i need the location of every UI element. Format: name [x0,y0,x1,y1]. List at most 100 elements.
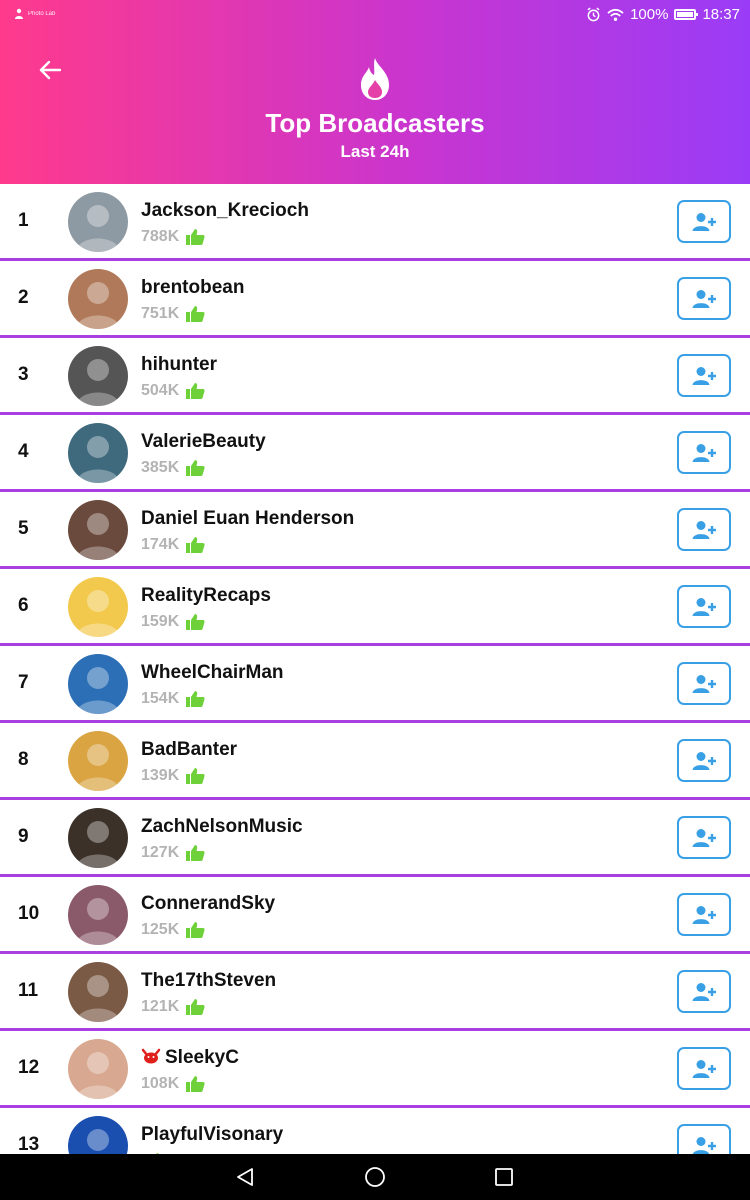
rank-number: 11 [18,980,39,1001]
avatar[interactable] [68,654,128,714]
thumbs-up-icon [186,845,205,861]
like-stats: 788K [141,228,205,246]
like-stats: 504K [141,382,205,400]
back-button[interactable] [30,52,70,88]
avatar-image [68,654,128,714]
thumbs-up-icon [186,537,205,553]
rank-number: 2 [18,287,29,308]
broadcaster-name[interactable]: brentobean [141,277,244,299]
broadcaster-name[interactable]: ZachNelsonMusic [141,816,303,838]
follow-button[interactable] [677,739,731,782]
broadcaster-name[interactable]: PlayfulVisonary [141,1124,283,1146]
follow-button[interactable] [677,431,731,474]
flame-icon [361,58,389,100]
notification-area: Photo Lab [14,8,55,20]
follow-button[interactable] [677,585,731,628]
broadcaster-row[interactable]: 3 hihunter 504K [0,338,750,415]
avatar[interactable] [68,423,128,483]
nav-recents-icon [495,1168,513,1186]
nav-back-icon [237,1168,253,1186]
broadcaster-name[interactable]: Jackson_Krecioch [141,200,309,222]
avatar[interactable] [68,1116,128,1154]
avatar-image [68,346,128,406]
follow-button[interactable] [677,200,731,243]
broadcaster-row[interactable]: 2 brentobean 751K [0,261,750,338]
clock: 18:37 [702,6,740,23]
battery-icon [674,9,699,20]
rank-number: 12 [18,1057,40,1078]
follow-button[interactable] [677,893,731,936]
avatar[interactable] [68,346,128,406]
add-user-icon [692,1059,716,1078]
avatar[interactable] [68,192,128,252]
rank-number: 6 [18,595,29,616]
broadcaster-list[interactable]: 1 Jackson_Krecioch 788K 2 brentobean 751K 3 hih… [0,184,750,1154]
rank-number: 13 [18,1134,40,1154]
broadcaster-row[interactable]: 5 Daniel Euan Henderson 174K [0,492,750,569]
wifi-icon [607,8,624,21]
thumbs-up-icon [186,922,205,938]
avatar[interactable] [68,1039,128,1099]
broadcaster-name[interactable]: hihunter [141,354,217,376]
avatar-image [68,808,128,868]
follow-button[interactable] [677,970,731,1013]
avatar[interactable] [68,885,128,945]
like-stats: 174K [141,536,205,554]
add-user-icon [692,212,716,231]
like-stats: 139K [141,767,205,785]
avatar-image [68,731,128,791]
broadcaster-name[interactable]: Daniel Euan Henderson [141,508,354,530]
broadcaster-row[interactable]: 1 Jackson_Krecioch 788K [0,184,750,261]
broadcaster-name[interactable]: WheelChairMan [141,662,284,684]
avatar[interactable] [68,962,128,1022]
broadcaster-row[interactable]: 4 ValerieBeauty 385K [0,415,750,492]
broadcaster-name-text: SleekyC [165,1047,239,1068]
broadcaster-name[interactable]: RealityRecaps [141,585,271,607]
rank-number: 10 [18,903,40,924]
follow-button[interactable] [677,816,731,859]
status-icons: 100% 18:37 [586,6,740,23]
nav-back-button[interactable] [234,1166,256,1193]
like-count: 504K [141,382,180,399]
follow-button[interactable] [677,508,731,551]
nav-home-button[interactable] [364,1166,386,1193]
thumbs-up-icon [186,229,205,245]
avatar[interactable] [68,731,128,791]
follow-button[interactable] [677,662,731,705]
avatar[interactable] [68,500,128,560]
avatar-image [68,1039,128,1099]
broadcaster-row[interactable]: 13 PlayfulVisonary [0,1108,750,1154]
broadcaster-row[interactable]: 10 ConnerandSky 125K [0,877,750,954]
like-count: 154K [141,690,180,707]
broadcaster-row[interactable]: 8 BadBanter 139K [0,723,750,800]
broadcaster-row[interactable]: 9 ZachNelsonMusic 127K [0,800,750,877]
broadcaster-name[interactable]: ValerieBeauty [141,431,266,453]
rank-number: 5 [18,518,29,539]
broadcaster-row[interactable]: 7 WheelChairMan 154K [0,646,750,723]
broadcaster-row[interactable]: 12 SleekyC 108K [0,1031,750,1108]
broadcaster-name[interactable]: ConnerandSky [141,893,275,915]
broadcaster-name[interactable]: BadBanter [141,739,237,761]
follow-button[interactable] [677,277,731,320]
avatar[interactable] [68,269,128,329]
nav-recents-button[interactable] [494,1167,514,1192]
like-count: 108K [141,1075,180,1092]
avatar[interactable] [68,577,128,637]
add-user-icon [692,674,716,693]
notification-text: Photo Lab [28,10,56,17]
thumbs-up-icon [186,306,205,322]
add-user-icon [692,520,716,539]
follow-button[interactable] [677,354,731,397]
broadcaster-name[interactable]: The17thSteven [141,970,276,992]
like-stats: 121K [141,998,205,1016]
like-count: 788K [141,228,180,245]
like-count: 121K [141,998,180,1015]
broadcaster-row[interactable]: 11 The17thSteven 121K [0,954,750,1031]
like-count: 751K [141,305,180,322]
thumbs-up-icon [186,768,205,784]
follow-button[interactable] [677,1047,731,1090]
broadcaster-name[interactable]: SleekyC [141,1047,239,1069]
avatar[interactable] [68,808,128,868]
follow-button[interactable] [677,1124,731,1154]
broadcaster-row[interactable]: 6 RealityRecaps 159K [0,569,750,646]
